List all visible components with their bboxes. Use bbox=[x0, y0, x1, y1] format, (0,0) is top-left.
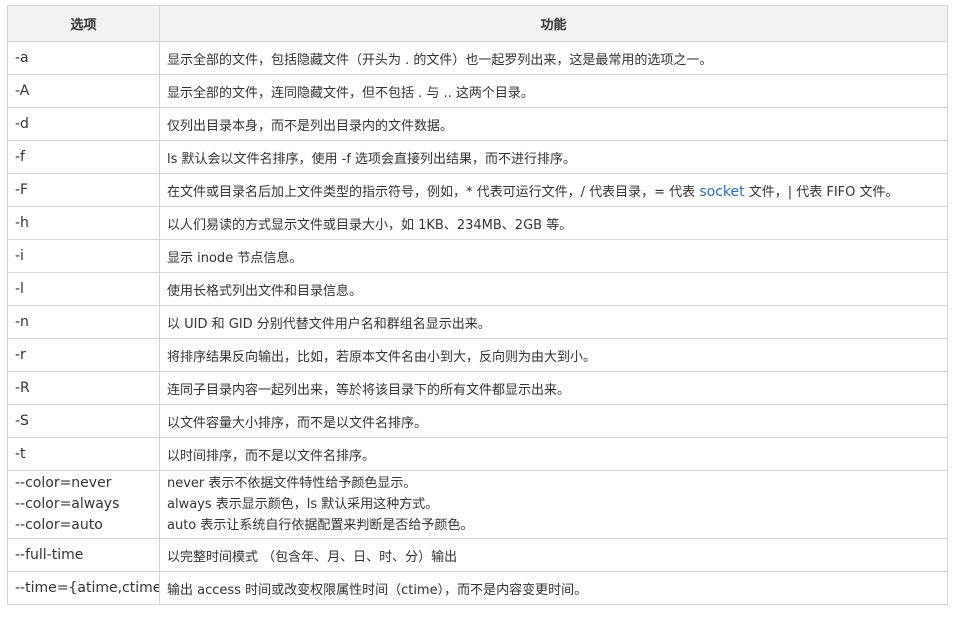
description-line: never 表示不依据文件特性给予颜色显示。 bbox=[167, 476, 417, 491]
ls-options-table: 选项 功能 -a 显示全部的文件，包括隐藏文件（开头为 . 的文件）也一起罗列出… bbox=[7, 5, 948, 605]
description-cell: 以人们易读的方式显示文件或目录大小，如 1KB、234MB、2GB 等。 bbox=[159, 206, 948, 240]
description-line: always 表示显示颜色，ls 默认采用这种方式。 bbox=[167, 497, 439, 512]
description-cell: 显示 inode 节点信息。 bbox=[159, 239, 948, 273]
option-cell: -f bbox=[7, 140, 160, 174]
table-row: -r 将排序结果反向输出，比如，若原本文件名由小到大，反向则为由大到小。 bbox=[7, 338, 948, 372]
description-cell: 在文件或目录名后加上文件类型的指示符号，例如，* 代表可运行文件，/ 代表目录，… bbox=[159, 173, 948, 207]
table-row: -d 仅列出目录本身，而不是列出目录内的文件数据。 bbox=[7, 107, 948, 141]
table-row: -S 以文件容量大小排序，而不是以文件名排序。 bbox=[7, 404, 948, 438]
table-row: -A 显示全部的文件，连同隐藏文件，但不包括 . 与 .. 这两个目录。 bbox=[7, 74, 948, 108]
option-cell: -t bbox=[7, 437, 160, 471]
option-cell: -A bbox=[7, 74, 160, 108]
option-cell: -l bbox=[7, 272, 160, 306]
option-cell: -h bbox=[7, 206, 160, 240]
table-row: -t 以时间排序，而不是以文件名排序。 bbox=[7, 437, 948, 471]
description-cell: 仅列出目录本身，而不是列出目录内的文件数据。 bbox=[159, 107, 948, 141]
option-line: --color=auto bbox=[15, 517, 103, 533]
table-row: --full-time 以完整时间模式 （包含年、月、日、时、分）输出 bbox=[7, 538, 948, 572]
description-cell: 显示全部的文件，包括隐藏文件（开头为 . 的文件）也一起罗列出来，这是最常用的选… bbox=[159, 41, 948, 75]
table-row: -R 连同子目录内容一起列出来，等於将该目录下的所有文件都显示出来。 bbox=[7, 371, 948, 405]
table-header-row: 选项 功能 bbox=[7, 5, 948, 42]
header-function: 功能 bbox=[159, 5, 948, 42]
description-cell: ls 默认会以文件名排序，使用 -f 选项会直接列出结果，而不进行排序。 bbox=[159, 140, 948, 174]
table-row: -F 在文件或目录名后加上文件类型的指示符号，例如，* 代表可运行文件，/ 代表… bbox=[7, 173, 948, 207]
table-row: -h 以人们易读的方式显示文件或目录大小，如 1KB、234MB、2GB 等。 bbox=[7, 206, 948, 240]
option-cell: -R bbox=[7, 371, 160, 405]
option-cell: -n bbox=[7, 305, 160, 339]
option-cell: --full-time bbox=[7, 538, 160, 572]
table-row: -i 显示 inode 节点信息。 bbox=[7, 239, 948, 273]
description-cell: 以完整时间模式 （包含年、月、日、时、分）输出 bbox=[159, 538, 948, 572]
table-row: -a 显示全部的文件，包括隐藏文件（开头为 . 的文件）也一起罗列出来，这是最常… bbox=[7, 41, 948, 75]
header-option: 选项 bbox=[7, 5, 160, 42]
table-row: -n 以 UID 和 GID 分别代替文件用户名和群组名显示出来。 bbox=[7, 305, 948, 339]
description-cell: 使用长格式列出文件和目录信息。 bbox=[159, 272, 948, 306]
option-cell: -S bbox=[7, 404, 160, 438]
description-text: 文件，| 代表 FIFO 文件。 bbox=[744, 184, 899, 200]
description-cell: 以时间排序，而不是以文件名排序。 bbox=[159, 437, 948, 471]
option-line: --color=always bbox=[15, 496, 120, 512]
option-cell: --color=never --color=always --color=aut… bbox=[7, 470, 160, 539]
description-cell: 将排序结果反向输出，比如，若原本文件名由小到大，反向则为由大到小。 bbox=[159, 338, 948, 372]
table-row: -l 使用长格式列出文件和目录信息。 bbox=[7, 272, 948, 306]
socket-link[interactable]: socket bbox=[699, 184, 744, 200]
description-cell: 输出 access 时间或改变权限属性时间（ctime），而不是内容变更时间。 bbox=[159, 571, 948, 605]
option-line: --color=never bbox=[15, 475, 112, 491]
description-cell: 显示全部的文件，连同隐藏文件，但不包括 . 与 .. 这两个目录。 bbox=[159, 74, 948, 108]
table-row: -f ls 默认会以文件名排序，使用 -f 选项会直接列出结果，而不进行排序。 bbox=[7, 140, 948, 174]
option-cell: -F bbox=[7, 173, 160, 207]
description-cell: never 表示不依据文件特性给予颜色显示。 always 表示显示颜色，ls … bbox=[159, 470, 948, 539]
option-cell: -d bbox=[7, 107, 160, 141]
table-row: --time={atime,ctime} 输出 access 时间或改变权限属性… bbox=[7, 571, 948, 605]
description-line: auto 表示让系统自行依据配置来判断是否给予颜色。 bbox=[167, 518, 474, 533]
description-cell: 以 UID 和 GID 分别代替文件用户名和群组名显示出来。 bbox=[159, 305, 948, 339]
option-cell: -i bbox=[7, 239, 160, 273]
option-cell: --time={atime,ctime} bbox=[7, 571, 160, 605]
option-cell: -a bbox=[7, 41, 160, 75]
description-text: 在文件或目录名后加上文件类型的指示符号，例如，* 代表可运行文件，/ 代表目录，… bbox=[167, 184, 700, 200]
description-cell: 连同子目录内容一起列出来，等於将该目录下的所有文件都显示出来。 bbox=[159, 371, 948, 405]
table-row: --color=never --color=always --color=aut… bbox=[7, 470, 948, 539]
description-cell: 以文件容量大小排序，而不是以文件名排序。 bbox=[159, 404, 948, 438]
option-cell: -r bbox=[7, 338, 160, 372]
